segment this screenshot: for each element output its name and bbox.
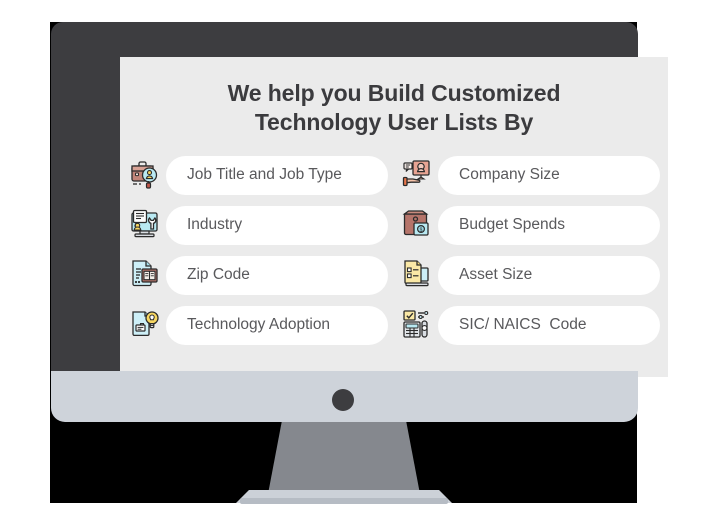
document-book-icon (128, 257, 162, 293)
list-item-label: Asset Size (459, 266, 533, 284)
list-item[interactable]: Zip Code (128, 255, 388, 295)
feature-pill[interactable]: Company Size (438, 155, 660, 195)
list-item[interactable]: SIC/ NAICS Code (400, 305, 660, 345)
feature-pill[interactable]: Job Title and Job Type (166, 155, 388, 195)
list-item-label: Industry (187, 216, 243, 234)
list-item-label: SIC/ NAICS Code (459, 316, 587, 334)
list-item[interactable]: $ Budget Spends (400, 205, 660, 245)
monitor-screen: We help you Build Customized Technology … (120, 57, 668, 377)
list-item-label: Job Title and Job Type (187, 166, 342, 184)
list-item-label: Technology Adoption (187, 316, 331, 334)
page-title-line2: Technology User Lists By (254, 109, 534, 136)
feature-pill[interactable]: Zip Code (166, 255, 388, 295)
monitor-stand (268, 422, 420, 494)
list-item-label: Company Size (459, 166, 560, 184)
hand-presentation-icon (400, 157, 434, 193)
page-title: We help you Build Customized Technology … (159, 79, 629, 138)
page-title-line1: We help you Build Customized (227, 80, 561, 106)
monitor-mockup-scene: We help you Build Customized Technology … (0, 0, 705, 520)
feature-pill[interactable]: Industry (166, 205, 388, 245)
monitor-wrench-icon (128, 207, 162, 243)
list-item[interactable]: Industry (128, 205, 388, 245)
briefcase-money-icon: $ (400, 207, 434, 243)
list-item-label: Budget Spends (459, 216, 566, 234)
feature-pill[interactable]: Budget Spends (438, 205, 660, 245)
feature-pill[interactable]: Asset Size (438, 255, 660, 295)
monitor-stand-base-shadow (240, 498, 448, 504)
list-item[interactable]: Job Title and Job Type (128, 155, 388, 195)
feature-pill[interactable]: SIC/ NAICS Code (438, 305, 660, 345)
svg-text:$: $ (420, 228, 423, 234)
power-button[interactable] (332, 389, 354, 411)
list-item-label: Zip Code (187, 266, 250, 284)
list-item[interactable]: Company Size (400, 155, 660, 195)
list-item[interactable]: Asset Size (400, 255, 660, 295)
briefcase-person-icon (128, 157, 162, 193)
laptop-checklist-icon (400, 257, 434, 293)
document-lightbulb-icon (128, 307, 162, 343)
monitor-bezel: We help you Build Customized Technology … (51, 22, 668, 377)
feature-pill[interactable]: Technology Adoption (166, 305, 388, 345)
feature-list-grid: Job Title and Job Type Company Size Indu… (128, 155, 660, 345)
list-item[interactable]: Technology Adoption (128, 305, 388, 345)
calculator-checklist-icon (400, 307, 434, 343)
